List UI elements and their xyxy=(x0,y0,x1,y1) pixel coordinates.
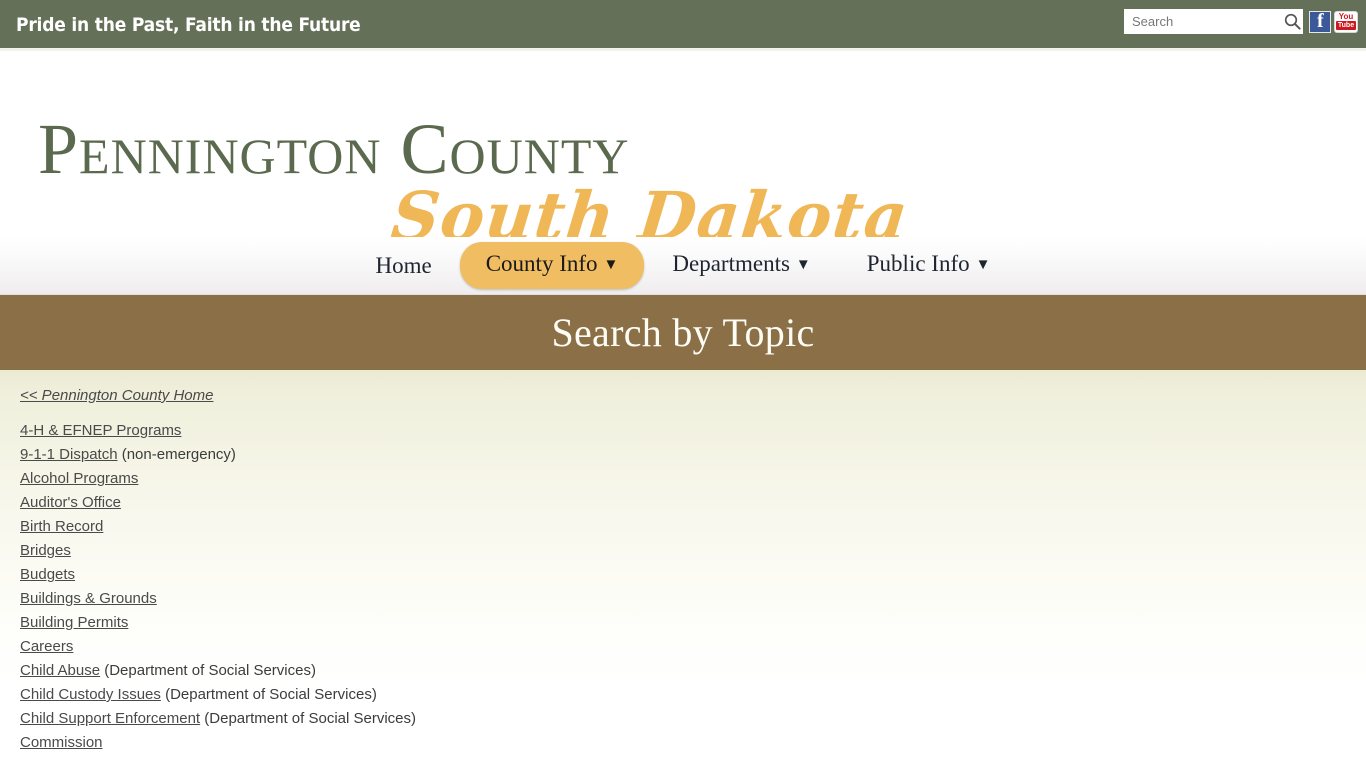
list-item: Commission xyxy=(20,731,1366,754)
list-item: 4-H & EFNEP Programs xyxy=(20,419,1366,443)
topic-link[interactable]: Careers xyxy=(20,638,73,655)
top-utility-bar: Pride in the Past, Faith in the Future Y… xyxy=(0,0,1366,48)
logo-county-name: Pennington County xyxy=(38,109,630,189)
list-item: Child Custody Issues (Department of Soci… xyxy=(20,683,1366,707)
page-title-banner: Search by Topic xyxy=(0,295,1366,370)
page-content: << Pennington County Home 4-H & EFNEP Pr… xyxy=(0,370,1366,754)
list-item: Alcohol Programs xyxy=(20,467,1366,491)
logo-state-name: South Dakota xyxy=(387,177,913,237)
list-item: Child Support Enforcement (Department of… xyxy=(20,707,1366,731)
chevron-down-icon: ▼ xyxy=(975,257,991,273)
topic-note: (Department of Social Services) xyxy=(160,686,377,703)
list-item: Child Abuse (Department of Social Servic… xyxy=(20,659,1366,683)
search-input[interactable] xyxy=(1130,11,1282,32)
search-submit-button[interactable] xyxy=(1282,10,1302,33)
chevron-down-icon: ▼ xyxy=(795,257,811,273)
page-title: Search by Topic xyxy=(551,309,815,355)
topbar-right-cluster: You Tube xyxy=(1124,9,1366,34)
nav-item-county-info[interactable]: County Info ▼ xyxy=(459,242,645,289)
list-item: Buildings & Grounds xyxy=(20,587,1366,611)
breadcrumb-home-link[interactable]: << Pennington County Home xyxy=(20,387,213,404)
topic-link[interactable]: Commission xyxy=(20,734,103,751)
youtube-icon[interactable]: You Tube xyxy=(1334,10,1358,33)
topic-link[interactable]: Child Abuse xyxy=(20,662,100,679)
search-box[interactable] xyxy=(1124,9,1303,34)
topic-note: (Department of Social Services) xyxy=(100,662,316,679)
list-item: Careers xyxy=(20,635,1366,659)
list-item: Auditor's Office xyxy=(20,491,1366,515)
topic-note: (non-emergency) xyxy=(117,446,236,463)
topic-link[interactable]: Auditor's Office xyxy=(20,494,121,511)
facebook-icon[interactable] xyxy=(1309,10,1331,33)
nav-item-public-info-label: Public Info xyxy=(866,251,970,276)
topic-link[interactable]: 4-H & EFNEP Programs xyxy=(20,422,181,439)
search-icon xyxy=(1284,13,1301,30)
topic-note: (Department of Social Services) xyxy=(200,710,417,727)
site-header-logo[interactable]: Pennington County South Dakota xyxy=(0,51,1366,237)
nav-item-departments[interactable]: Departments ▼ xyxy=(644,249,838,282)
list-item: 9-1-1 Dispatch (non-emergency) xyxy=(20,443,1366,467)
list-item: Building Permits xyxy=(20,611,1366,635)
youtube-icon-bottom-text: Tube xyxy=(1335,21,1357,30)
site-tagline: Pride in the Past, Faith in the Future xyxy=(16,14,361,36)
main-navigation: Home County Info ▼ Departments ▼ Public In… xyxy=(0,237,1366,295)
chevron-down-icon: ▼ xyxy=(603,257,619,273)
topic-link[interactable]: Budgets xyxy=(20,566,75,583)
nav-item-list: Home County Info ▼ Departments ▼ Public In… xyxy=(348,242,1019,289)
content-inner: << Pennington County Home 4-H & EFNEP Pr… xyxy=(0,370,1366,754)
topic-link[interactable]: Alcohol Programs xyxy=(20,470,138,487)
nav-item-county-info-label: County Info xyxy=(485,251,598,276)
nav-item-public-info[interactable]: Public Info ▼ xyxy=(839,249,1019,282)
topic-link[interactable]: Birth Record xyxy=(20,518,103,535)
topic-link-list: 4-H & EFNEP Programs 9-1-1 Dispatch (non-… xyxy=(20,419,1366,754)
topic-link[interactable]: Child Custody Issues xyxy=(20,686,161,703)
topic-link[interactable]: Child Support Enforcement xyxy=(20,710,200,727)
topic-link[interactable]: Buildings & Grounds xyxy=(20,590,157,607)
list-item: Birth Record xyxy=(20,515,1366,539)
topic-link[interactable]: 9-1-1 Dispatch xyxy=(20,446,118,463)
nav-item-home[interactable]: Home xyxy=(348,251,460,281)
topic-link[interactable]: Building Permits xyxy=(20,614,128,631)
topic-link[interactable]: Bridges xyxy=(20,542,71,559)
nav-item-home-label: Home xyxy=(375,252,432,278)
list-item: Budgets xyxy=(20,563,1366,587)
nav-item-departments-label: Departments xyxy=(672,251,790,276)
youtube-icon-top-text: You xyxy=(1338,12,1354,21)
list-item: Bridges xyxy=(20,539,1366,563)
